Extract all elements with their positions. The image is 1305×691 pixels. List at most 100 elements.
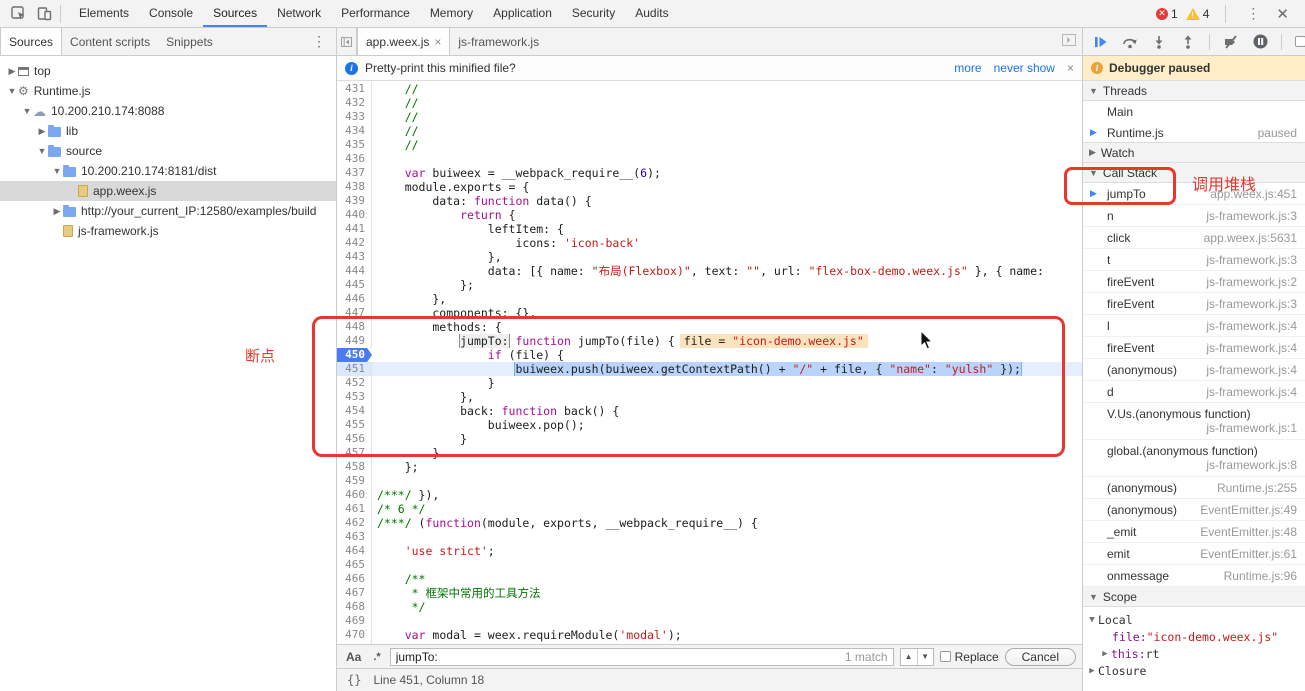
call-stack-frame[interactable]: onmessageRuntime.js:96 (1083, 565, 1305, 587)
call-stack-frame[interactable]: (anonymous)js-framework.js:4 (1083, 359, 1305, 381)
code-text[interactable]: data: function data() { (372, 194, 1082, 208)
devtools-menu-icon[interactable]: ⋮ (1242, 5, 1264, 22)
line-number[interactable]: 434 (337, 124, 372, 138)
code-text[interactable]: } (372, 446, 1082, 460)
step-into-icon[interactable] (1151, 35, 1167, 49)
call-stack-frame[interactable]: ljs-framework.js:4 (1083, 315, 1305, 337)
code-text[interactable] (372, 152, 1082, 166)
cancel-button[interactable]: Cancel (1005, 648, 1076, 666)
breakpoint-line-number[interactable]: 450 (337, 348, 372, 362)
tab-performance[interactable]: Performance (331, 0, 420, 27)
search-next-icon[interactable]: ▼ (917, 649, 933, 665)
code-text[interactable]: var buiweex = __webpack_require__(6); (372, 166, 1082, 180)
hide-navigator-icon[interactable] (337, 28, 357, 55)
tree-item-source[interactable]: ▼source (0, 141, 336, 161)
deactivate-breakpoints-icon[interactable] (1223, 35, 1239, 49)
line-number[interactable]: 435 (337, 138, 372, 152)
line-number[interactable]: 449 (337, 334, 372, 348)
code-text[interactable]: }; (372, 278, 1082, 292)
code-text[interactable]: } (372, 376, 1082, 390)
thread-runtime-js[interactable]: ▶Runtime.jspaused (1083, 122, 1305, 143)
line-number[interactable]: 452 (337, 376, 372, 390)
call-stack-frame[interactable]: fireEventjs-framework.js:2 (1083, 271, 1305, 293)
code-text[interactable] (372, 558, 1082, 572)
sidebar-tab-sources[interactable]: Sources (0, 28, 62, 55)
line-number[interactable]: 455 (337, 418, 372, 432)
code-text[interactable]: }; (372, 460, 1082, 474)
device-toolbar-icon[interactable] (36, 6, 52, 22)
sidebar-tab-snippets[interactable]: Snippets (158, 28, 221, 55)
line-number[interactable]: 447 (337, 306, 372, 320)
search-input[interactable] (390, 648, 894, 666)
pause-on-exceptions-icon[interactable] (1252, 35, 1268, 49)
scope-section-header[interactable]: ▼ Scope (1083, 586, 1305, 607)
code-text[interactable]: if (file) { (372, 348, 1082, 362)
line-number[interactable]: 467 (337, 586, 372, 600)
line-number[interactable]: 456 (337, 432, 372, 446)
regex-toggle[interactable]: .* (370, 651, 383, 663)
line-number[interactable]: 443 (337, 250, 372, 264)
line-number[interactable]: 461 (337, 502, 372, 516)
code-text[interactable]: jumpTo: function jumpTo(file) {file = "i… (372, 334, 1082, 348)
step-out-icon[interactable] (1180, 35, 1196, 49)
tab-audits[interactable]: Audits (625, 0, 678, 27)
code-text[interactable]: components: {}, (372, 306, 1082, 320)
line-number[interactable]: 431 (337, 82, 372, 96)
line-number[interactable]: 462 (337, 516, 372, 530)
tree-item-top[interactable]: ▶top (0, 61, 336, 81)
code-text[interactable] (372, 474, 1082, 488)
call-stack-frame[interactable]: (anonymous)Runtime.js:255 (1083, 477, 1305, 499)
chevron-down-icon[interactable]: ▼ (51, 166, 63, 176)
line-number[interactable]: 465 (337, 558, 372, 572)
line-number[interactable]: 446 (337, 292, 372, 306)
code-text[interactable]: 'use strict'; (372, 544, 1082, 558)
code-text[interactable]: return { (372, 208, 1082, 222)
call-stack-frame[interactable]: emitEventEmitter.js:61 (1083, 543, 1305, 565)
code-text[interactable]: } (372, 432, 1082, 446)
line-number[interactable]: 457 (337, 446, 372, 460)
chevron-right-icon[interactable]: ▶ (51, 206, 63, 217)
chevron-right-icon[interactable]: ▶ (36, 126, 48, 137)
code-text[interactable]: // (372, 138, 1082, 152)
call-stack-section-header[interactable]: ▼ Call Stack (1083, 162, 1305, 183)
code-text[interactable]: module.exports = { (372, 180, 1082, 194)
chevron-down-icon[interactable]: ▼ (21, 106, 33, 116)
inspect-element-icon[interactable] (10, 6, 26, 22)
call-stack-frame[interactable]: tjs-framework.js:3 (1083, 249, 1305, 271)
line-number[interactable]: 470 (337, 628, 372, 642)
code-text[interactable]: }, (372, 390, 1082, 404)
infobar-more-link[interactable]: more (954, 61, 981, 75)
line-number[interactable]: 468 (337, 600, 372, 614)
code-text[interactable]: /* 6 */ (372, 502, 1082, 516)
code-text[interactable]: leftItem: { (372, 222, 1082, 236)
code-text[interactable]: // (372, 82, 1082, 96)
chevron-right-icon[interactable]: ▶ (6, 66, 18, 77)
line-number[interactable]: 459 (337, 474, 372, 488)
async-checkbox[interactable]: Async (1295, 35, 1305, 49)
line-number[interactable]: 438 (337, 180, 372, 194)
line-number[interactable]: 441 (337, 222, 372, 236)
tab-security[interactable]: Security (562, 0, 625, 27)
line-number[interactable]: 466 (337, 572, 372, 586)
code-text[interactable]: // (372, 96, 1082, 110)
editor-tab-js-framework-js[interactable]: js-framework.js (450, 28, 547, 55)
code-text[interactable]: data: [{ name: "布局(Flexbox)", text: "", … (372, 264, 1082, 278)
editor-tab-app-weex-js[interactable]: app.weex.js× (357, 28, 450, 55)
code-text[interactable]: icons: 'icon-back' (372, 236, 1082, 250)
tab-console[interactable]: Console (139, 0, 203, 27)
line-number[interactable]: 432 (337, 96, 372, 110)
line-number[interactable]: 454 (337, 404, 372, 418)
line-number[interactable]: 458 (337, 460, 372, 474)
line-number[interactable]: 453 (337, 390, 372, 404)
call-stack-frame[interactable]: njs-framework.js:3 (1083, 205, 1305, 227)
code-text[interactable]: * 框架中常用的工具方法 (372, 586, 1082, 600)
code-text[interactable]: }, (372, 250, 1082, 264)
thread-main[interactable]: Main (1083, 101, 1305, 122)
line-number[interactable]: 460 (337, 488, 372, 502)
tree-item-http-your-current-ip-12580-examples-build[interactable]: ▶http://your_current_IP:12580/examples/b… (0, 201, 336, 221)
code-text[interactable]: var modal = weex.requireModule('modal'); (372, 628, 1082, 642)
code-text[interactable]: /***/ (function(module, exports, __webpa… (372, 516, 1082, 530)
tree-item-10-200-210-174-8088[interactable]: ▼☁10.200.210.174:8088 (0, 101, 336, 121)
code-text[interactable]: */ (372, 600, 1082, 614)
error-badge[interactable]: ✕ 1 (1156, 7, 1178, 21)
